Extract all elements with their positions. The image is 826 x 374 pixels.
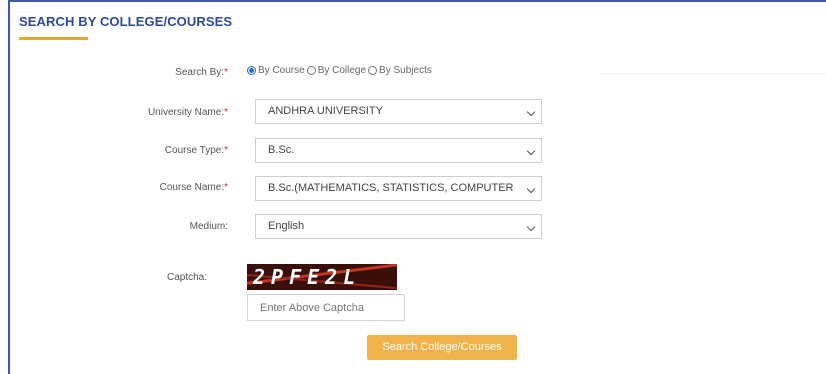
course-type-label: Course Type:* xyxy=(164,145,228,156)
university-select[interactable]: ANDHRA UNIVERSITY xyxy=(255,99,542,124)
chevron-down-icon xyxy=(526,107,536,117)
chevron-down-icon xyxy=(526,222,536,232)
required-mark: * xyxy=(224,107,228,118)
required-mark: * xyxy=(224,67,228,78)
medium-label: Medium: xyxy=(189,221,228,232)
search-college-courses-button[interactable]: Search College/Courses xyxy=(367,335,517,360)
course-type-select-value: B.Sc. xyxy=(268,144,295,156)
radio-by-course[interactable] xyxy=(247,66,256,75)
captcha-input[interactable] xyxy=(247,294,405,321)
section-title: SEARCH BY COLLEGE/COURSES xyxy=(19,14,233,29)
required-mark: * xyxy=(224,145,228,156)
course-name-select[interactable]: B.Sc.(MATHEMATICS, STATISTICS, COMPUTER xyxy=(255,176,542,201)
captcha-label: Captcha: xyxy=(166,272,207,283)
radio-by-subjects-label[interactable]: By Subjects xyxy=(379,65,432,76)
captcha-image: 2PFE2L xyxy=(247,264,397,290)
search-by-options: By Course By College By Subjects xyxy=(247,65,434,76)
university-label: University Name:* xyxy=(147,107,228,118)
chevron-down-icon xyxy=(526,184,536,194)
required-mark: * xyxy=(224,182,228,193)
course-type-select[interactable]: B.Sc. xyxy=(255,138,542,163)
divider xyxy=(600,73,826,74)
radio-by-college-label[interactable]: By College xyxy=(318,65,366,76)
radio-by-subjects[interactable] xyxy=(368,66,378,75)
course-name-label: Course Name:* xyxy=(159,182,228,193)
university-select-value: ANDHRA UNIVERSITY xyxy=(268,105,383,117)
search-by-label: Search By:* xyxy=(175,67,228,78)
title-underline xyxy=(19,37,88,40)
chevron-down-icon xyxy=(526,146,536,156)
medium-select-value: English xyxy=(268,220,305,232)
course-name-select-value: B.Sc.(MATHEMATICS, STATISTICS, COMPUTER xyxy=(268,182,514,194)
captcha-text: 2PFE2L xyxy=(253,265,362,289)
radio-by-college[interactable] xyxy=(306,66,316,75)
radio-by-course-label[interactable]: By Course xyxy=(258,65,305,76)
medium-select[interactable]: English xyxy=(255,214,542,239)
